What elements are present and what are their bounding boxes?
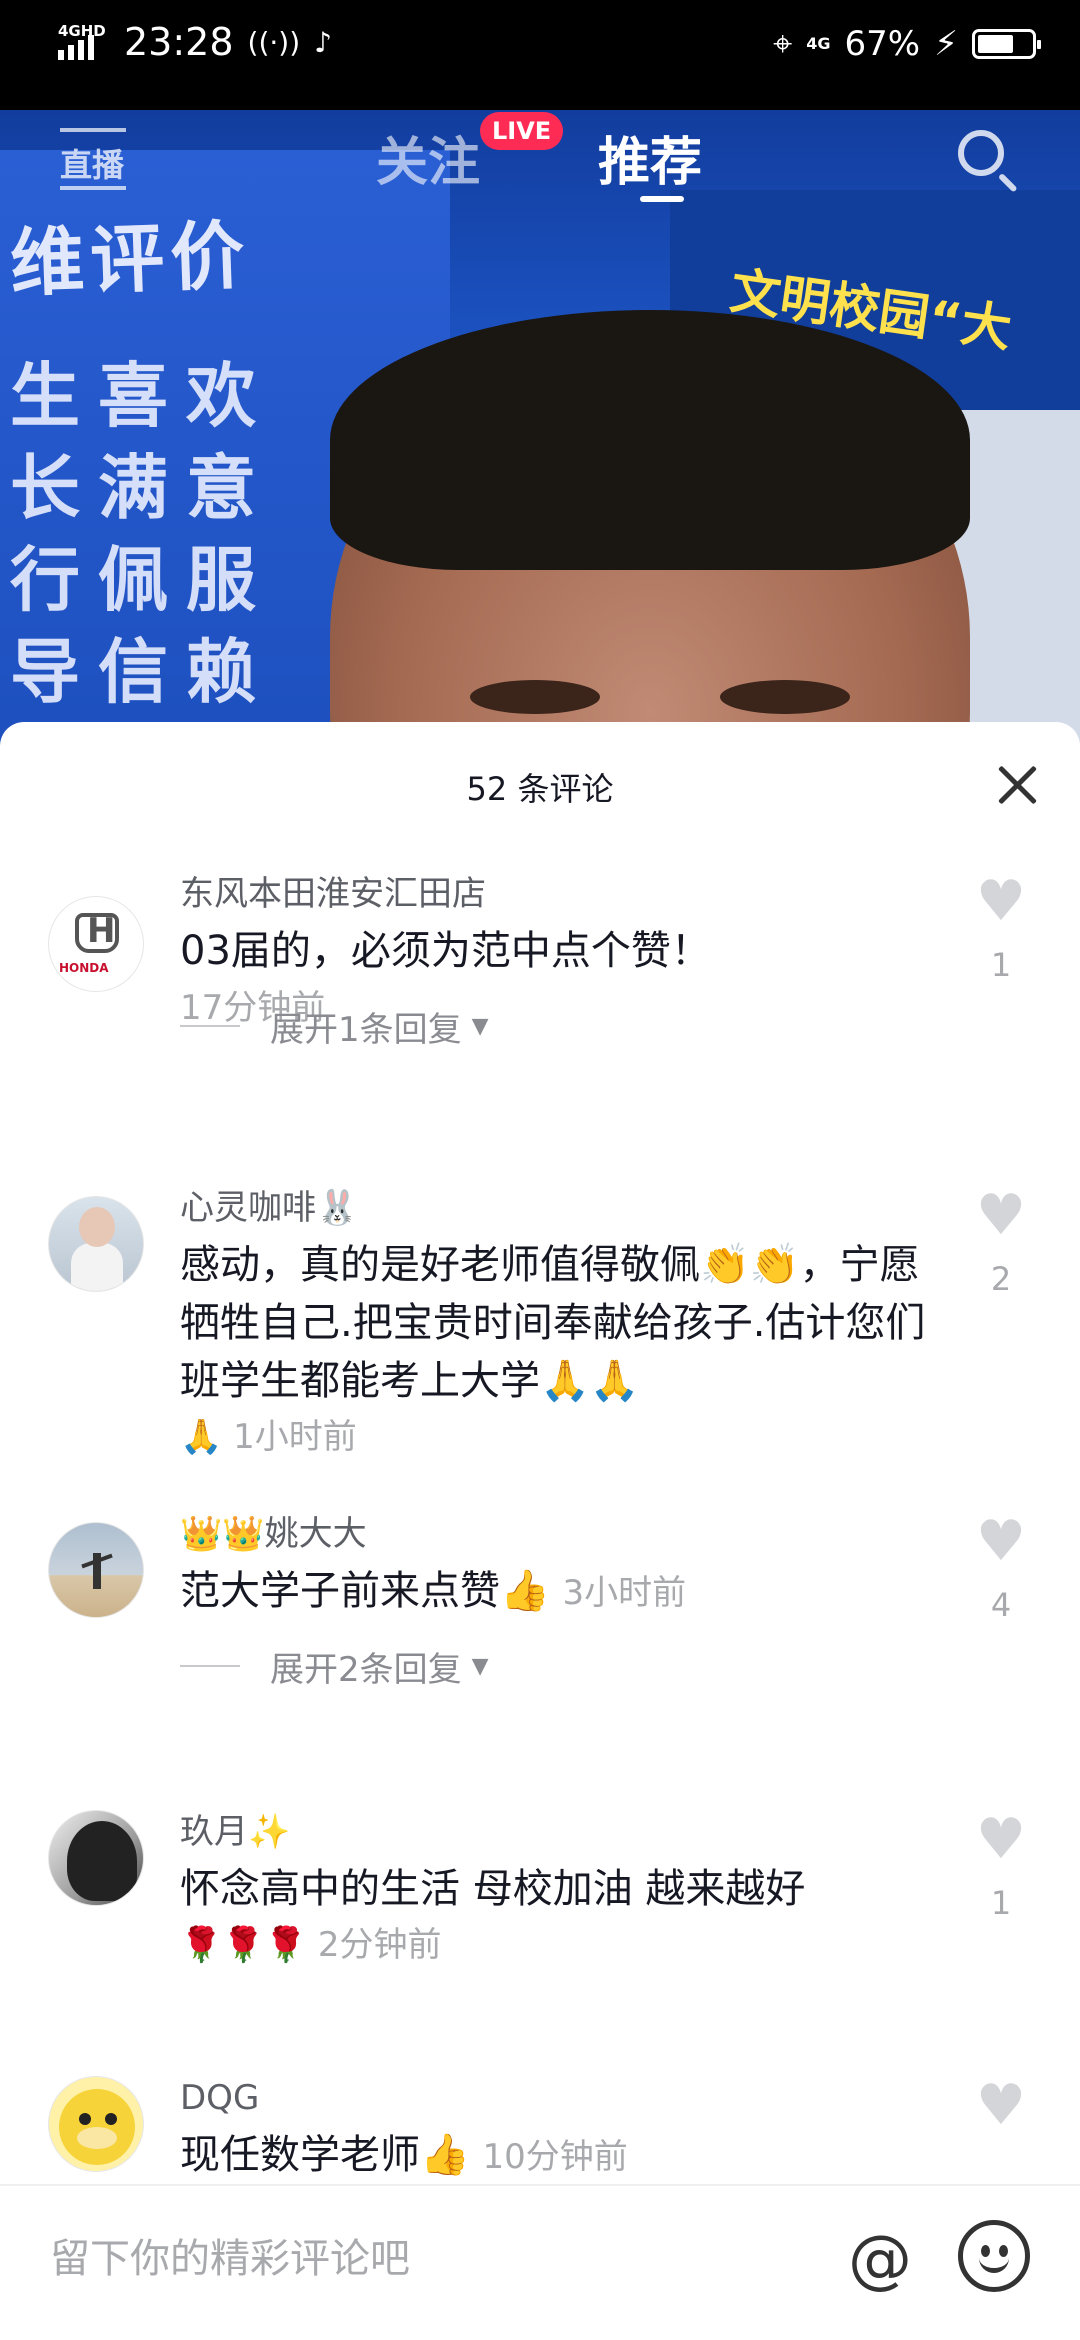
comment-time: 3小时前 — [562, 1573, 687, 1613]
comment-username[interactable]: DQG — [180, 2076, 940, 2120]
avatar[interactable] — [48, 2076, 144, 2172]
avatar[interactable] — [48, 1196, 144, 1292]
banner-line: 行佩服 — [10, 539, 274, 621]
comment-username[interactable]: 心灵咖啡🐰 — [180, 1186, 940, 1230]
avatar-brand-text: HONDA — [59, 961, 109, 975]
heart-icon: ♥ — [975, 2073, 1027, 2138]
comment-username[interactable]: 东风本田淮安汇田店 — [180, 872, 940, 916]
heart-icon: ♥ — [975, 1807, 1027, 1872]
heart-icon: ♥ — [975, 869, 1027, 934]
charging-icon: ⚡ — [934, 24, 958, 64]
comment-time: 2分钟前 — [317, 1925, 442, 1965]
like-button[interactable]: ♥ 1 — [970, 869, 1032, 985]
like-count: 2 — [990, 1260, 1012, 1298]
banner-line: 长满意 — [10, 447, 274, 529]
battery-level — [978, 35, 1013, 53]
active-tab-indicator — [640, 196, 684, 202]
emoji-button[interactable] — [958, 2220, 1030, 2292]
comment-text[interactable]: 现任数学老师👍 — [180, 2132, 470, 2178]
heart-icon: ♥ — [975, 1183, 1027, 1248]
like-button[interactable]: ♥ 2 — [970, 1183, 1032, 1299]
comment-text-line: 范大学子前来点赞👍 3小时前 — [180, 1562, 940, 1622]
status-bar: 4GHD 23:28 ((·)) ♪ ⌖ 4G 67% ⚡ — [0, 0, 1080, 110]
location-icon: ⌖ — [773, 24, 793, 64]
comment-emoji: 🌹🌹🌹 — [180, 1925, 308, 1965]
top-nav: 直播 关注 LIVE 推荐 — [0, 110, 1080, 210]
comments-sheet: 52 条评论 HONDA 东风本田淮安汇田店 03届的，必须为范中点个赞！ 17… — [0, 722, 1080, 2340]
chevron-down-icon: ▼ — [471, 1653, 489, 1679]
avatar[interactable] — [48, 1810, 144, 1906]
search-button[interactable] — [952, 124, 1024, 196]
expand-replies-button[interactable]: 展开2条回复 ▼ — [180, 1644, 489, 1690]
honda-logo-icon — [75, 911, 119, 953]
expand-replies-label: 展开2条回复 — [270, 1649, 462, 1690]
comment-emoji: 🙏 — [180, 1417, 223, 1457]
like-count: 4 — [990, 1586, 1012, 1624]
comment-text[interactable]: 范大学子前来点赞👍 — [180, 1568, 550, 1614]
live-button[interactable]: 直播 — [58, 124, 130, 194]
comment-time: 1小时前 — [233, 1417, 357, 1457]
like-button[interactable]: ♥ — [970, 2076, 1032, 2150]
expand-replies-label: 展开1条回复 — [270, 1009, 462, 1050]
tiktok-icon: ♪ — [314, 25, 332, 59]
chevron-down-icon: ▼ — [471, 1013, 489, 1039]
comment-text[interactable]: 怀念高中的生活 母校加油 越来越好 — [180, 1860, 940, 1918]
avatar[interactable]: HONDA — [48, 896, 144, 992]
person-eye — [470, 680, 600, 714]
like-count: 1 — [990, 946, 1012, 984]
like-button[interactable]: ♥ 4 — [970, 1509, 1032, 1625]
comment-input-bar: @ — [0, 2184, 1080, 2340]
comment-username[interactable]: 👑👑姚大大 — [180, 1512, 940, 1556]
expand-replies-button[interactable]: 展开1条回复 ▼ — [180, 1004, 489, 1050]
signal-icon: 4GHD — [58, 22, 108, 62]
clock: 23:28 — [124, 20, 234, 64]
comment-text-line: 现任数学老师👍 10分钟前 — [180, 2126, 940, 2186]
tab-recommend[interactable]: 推荐 — [598, 120, 702, 195]
mobile-data-icon: 4G — [806, 34, 831, 53]
search-icon — [958, 130, 1004, 176]
at-mention-button[interactable]: @ — [840, 2220, 920, 2300]
comment-text[interactable]: 03届的，必须为范中点个赞！ — [180, 922, 940, 980]
banner-title: 维评价 — [8, 212, 252, 308]
like-count: 1 — [990, 1884, 1012, 1922]
heart-icon: ♥ — [975, 1509, 1027, 1574]
battery-percent: 67% — [844, 24, 921, 64]
comment-input[interactable] — [50, 2236, 810, 2282]
banner-line: 导信赖 — [10, 631, 274, 713]
avatar[interactable] — [48, 1522, 144, 1618]
battery-icon — [972, 29, 1041, 59]
comment-text[interactable]: 感动，真的是好老师值得敬佩👏👏，宁愿牺牲自己.把宝贵时间奉献给孩子.估计您们班学… — [180, 1236, 940, 1410]
live-badge: LIVE — [480, 112, 564, 150]
smiley-icon — [981, 2245, 990, 2257]
hotspot-icon: ((·)) — [247, 25, 301, 59]
close-icon[interactable] — [990, 758, 1044, 812]
person-eye — [720, 680, 850, 714]
person-hair — [330, 310, 970, 570]
comment-time: 10分钟前 — [482, 2137, 628, 2177]
live-label: 直播 — [60, 146, 125, 184]
banner-line: 生喜欢 — [10, 355, 274, 437]
banner-lines: 生喜欢长满意行佩服导信赖 — [10, 350, 274, 718]
comments-count-title: 52 条评论 — [466, 770, 614, 808]
like-button[interactable]: ♥ 1 — [970, 1807, 1032, 1923]
comment-username[interactable]: 玖月✨ — [180, 1810, 940, 1854]
tab-follow[interactable]: 关注 — [376, 120, 480, 195]
